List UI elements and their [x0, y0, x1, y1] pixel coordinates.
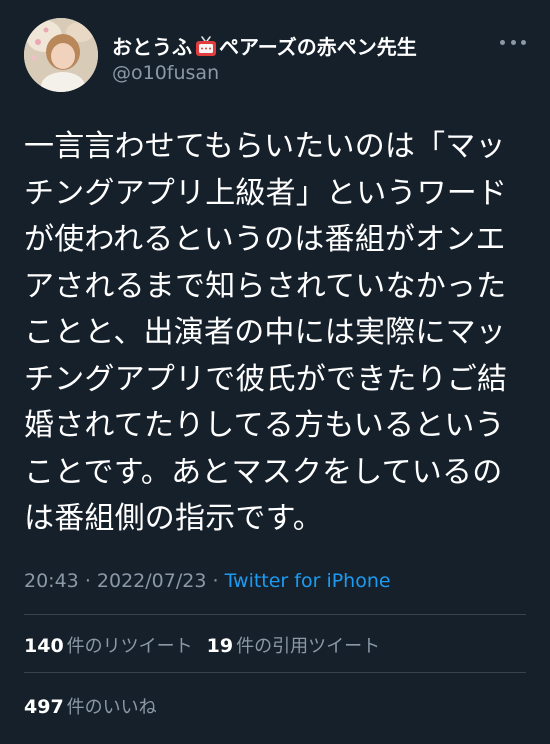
meta-separator: ·: [84, 570, 91, 592]
tweet-text-line: 婚されてたりしてる方もいるという: [24, 408, 505, 443]
tweet-text-line: チングアプリ上級者」というワード: [24, 175, 508, 211]
display-name-suffix: ペアーズの赤ペン先生: [219, 34, 417, 59]
display-name[interactable]: おとうふ ペアーズの赤ペン先生: [112, 31, 417, 59]
likes-count: 497: [24, 696, 64, 718]
tweet-source-link[interactable]: Twitter for iPhone: [225, 570, 391, 592]
tweet-text-line: が使われるというのは番組がオンエ: [24, 222, 506, 257]
tweet-date[interactable]: 2022/07/23: [97, 570, 207, 592]
retweets-count: 140: [24, 635, 64, 657]
tweet-text-line: ことです。あとマスクをしているの: [24, 454, 503, 490]
tweet-text-line: ことと、出演者の中には実際にマッ: [24, 315, 506, 350]
retweets-label: 件のリツイート: [66, 636, 193, 657]
avatar-image: [24, 18, 98, 92]
tweet-text-line: チングアプリで彼氏ができたりご結: [24, 361, 508, 397]
divider: [24, 672, 526, 673]
share-stats-row: 140 件のリツイート 19 件の引用ツイート: [24, 632, 394, 658]
divider: [24, 614, 526, 615]
tweet-time[interactable]: 20:43: [24, 570, 79, 592]
tweet-text-line: 一言言わせてもらいたいのは「マッ: [24, 129, 506, 164]
avatar[interactable]: [24, 18, 98, 92]
likes-stats-row: 497 件のいいね: [24, 693, 171, 719]
tweet-text-line: は番組側の指示です。: [24, 501, 323, 536]
tweet-text: 一言言わせてもらいたいのは「マッ チングアプリ上級者」というワード が使われると…: [24, 124, 526, 543]
tweet-meta: 20:43 · 2022/07/23 · Twitter for iPhone: [24, 570, 391, 592]
user-handle[interactable]: @o10fusan: [112, 62, 219, 84]
likes-label: 件のいいね: [66, 697, 157, 718]
tweet-text-line: アされるまで知らされていなかった: [24, 268, 507, 304]
more-options-icon[interactable]: [500, 34, 526, 50]
meta-separator: ·: [212, 570, 219, 592]
tweet-header: おとうふ ペアーズの赤ペン先生 @o10fusan: [24, 18, 526, 94]
quotes-label: 件の引用ツイート: [236, 636, 381, 657]
quotes-stat[interactable]: 19 件の引用ツイート: [207, 632, 380, 658]
display-name-prefix: おとうふ: [112, 34, 192, 59]
retweets-stat[interactable]: 140 件のリツイート: [24, 632, 193, 658]
likes-stat[interactable]: 497 件のいいね: [24, 693, 157, 719]
quotes-count: 19: [206, 635, 234, 657]
tv-icon: [194, 34, 218, 58]
